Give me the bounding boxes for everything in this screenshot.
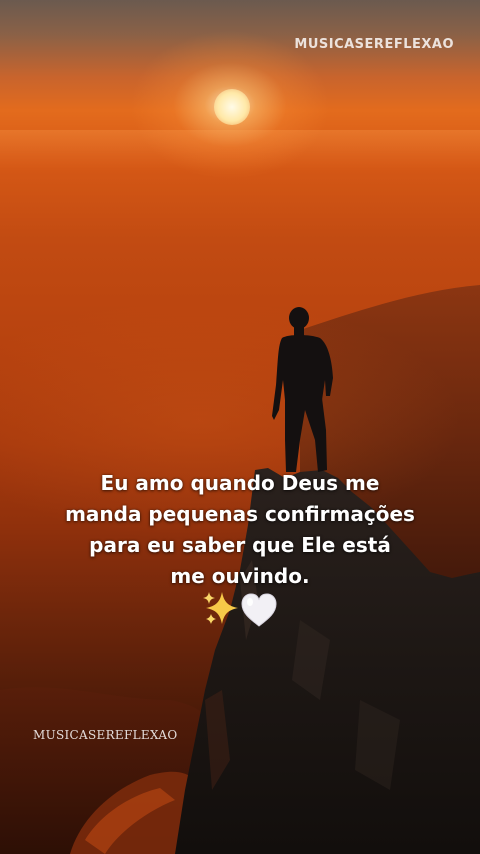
quote-line: manda pequenas confirmações	[65, 502, 415, 526]
watermark-bottom: MUSICASEREFLEXAO	[33, 728, 178, 742]
quote-text: Eu amo quando Deus me manda pequenas con…	[30, 468, 450, 592]
background-photo: MUSICASEREFLEXAO Eu amo quando Deus me m…	[0, 0, 480, 854]
sparkles-icon	[203, 592, 238, 624]
quote-line: para eu saber que Ele está	[89, 533, 391, 557]
quote-line: Eu amo quando Deus me	[100, 471, 380, 495]
emoji-row	[203, 592, 277, 627]
watermark-top: MUSICASEREFLEXAO	[294, 37, 454, 52]
white-heart-icon	[241, 593, 277, 627]
landscape	[0, 285, 480, 854]
